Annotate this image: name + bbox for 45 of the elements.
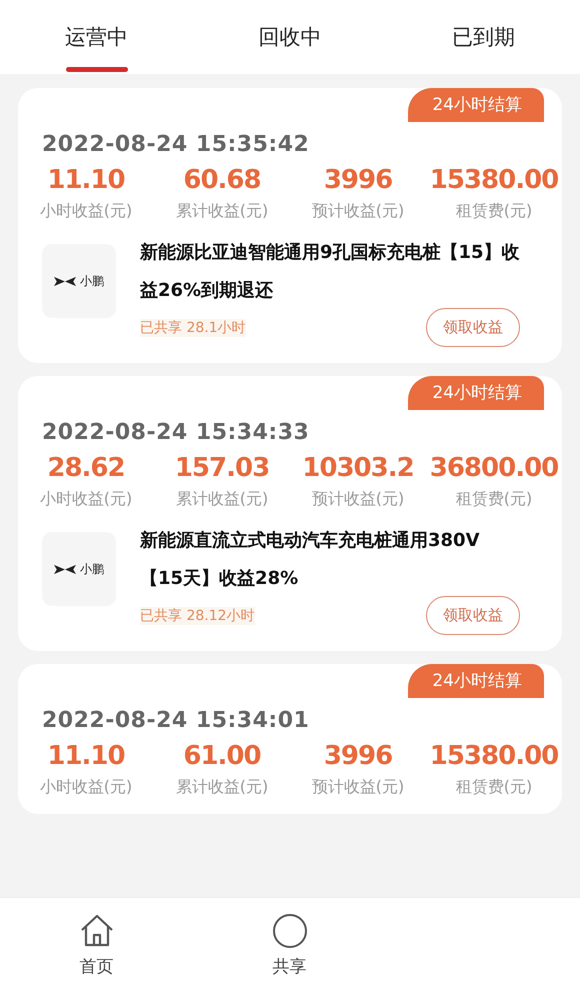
tab[interactable]: 回收中 (193, 0, 387, 74)
shared-duration: 已共享 28.1小时 (140, 318, 246, 336)
metric-value: 11.10 (47, 165, 125, 195)
metric-value: 60.68 (183, 165, 261, 195)
order-time: 2022-08-24 15:34:01 (41, 708, 310, 733)
tab[interactable]: 已到期 (386, 0, 580, 74)
metric-label: 累计收益(元) (176, 777, 268, 798)
x-logo-icon (54, 564, 76, 574)
brand-logo: 小鹏 (42, 532, 116, 606)
brand-logo: 小鹏 (42, 244, 116, 318)
metric-value: 3996 (324, 165, 392, 195)
metric-label: 租赁费(元) (456, 777, 532, 798)
order-time: 2022-08-24 15:34:33 (41, 420, 310, 445)
metric-label: 小时收益(元) (40, 777, 132, 798)
metric-label: 租赁费(元) (456, 489, 532, 510)
metric-value: 36800.00 (430, 453, 558, 483)
metric-label: 小时收益(元) (40, 201, 132, 222)
metric-label: 预计收益(元) (312, 777, 404, 798)
x-logo-icon (54, 276, 76, 286)
metric-value: 15380.00 (430, 165, 558, 195)
metric-value: 157.03 (174, 453, 270, 483)
product-title: 新能源直流立式电动汽车充电桩通用380V【15天】收益28% (140, 529, 481, 591)
home-icon (78, 913, 114, 949)
metric-label: 累计收益(元) (176, 201, 268, 222)
metric-label: 预计收益(元) (312, 489, 404, 510)
nav-item[interactable]: 共享 (193, 913, 386, 978)
settlement-badge: 24小时结算 (408, 376, 544, 410)
nav-item[interactable]: 首页 (0, 913, 193, 978)
settlement-badge: 24小时结算 (408, 88, 544, 122)
metric-value: 10303.2 (302, 453, 414, 483)
metric-value: 15380.00 (430, 741, 558, 771)
metric-label: 租赁费(元) (456, 201, 532, 222)
circle-icon (272, 913, 308, 949)
metric-value: 11.10 (47, 741, 125, 771)
shared-duration: 已共享 28.12小时 (140, 606, 255, 624)
tab[interactable]: 运营中 (0, 0, 194, 74)
metric-label: 预计收益(元) (312, 201, 404, 222)
product-title: 新能源比亚迪智能通用9孔国标充电桩【15】收益26%到期退还 (140, 241, 520, 303)
metric-value: 28.62 (47, 453, 125, 483)
metric-value: 61.00 (183, 741, 261, 771)
order-time: 2022-08-24 15:35:42 (41, 132, 310, 157)
metric-value: 3996 (324, 741, 392, 771)
metric-label: 累计收益(元) (176, 489, 268, 510)
settlement-badge: 24小时结算 (408, 664, 544, 698)
metric-label: 小时收益(元) (40, 489, 132, 510)
